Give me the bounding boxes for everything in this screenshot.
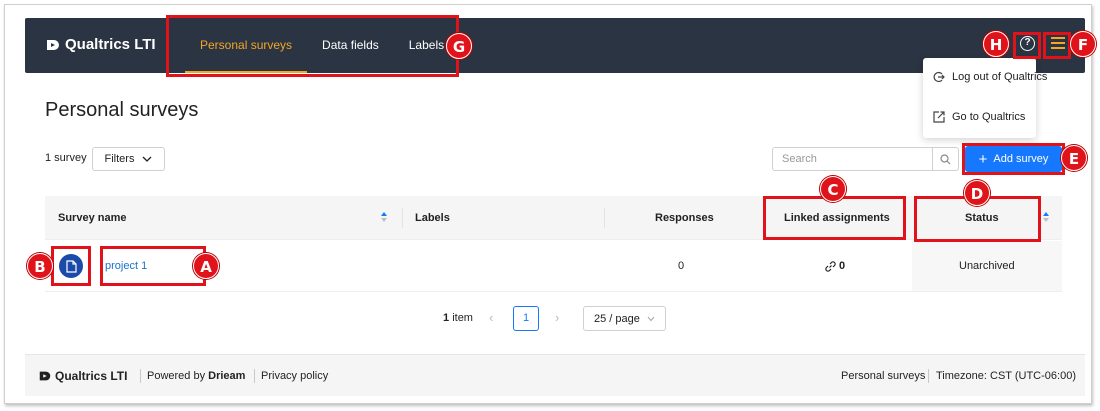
account-dropdown-menu: Log out of Qualtrics Go to Qualtrics: [923, 58, 1047, 138]
footer-section-link[interactable]: Personal surveys: [841, 370, 925, 382]
annotation-badge-b: B: [27, 253, 53, 279]
search-box: [772, 147, 959, 171]
column-header-survey-name[interactable]: Survey name: [58, 196, 126, 240]
annotation-box-g: [166, 15, 459, 77]
footer-brand-name: Qualtrics LTI: [55, 369, 128, 383]
column-header-labels: Labels: [415, 212, 450, 224]
annotation-badge-c: C: [820, 176, 846, 202]
annotation-badge-a: A: [193, 253, 219, 279]
linked-assignments-cell[interactable]: 0: [825, 260, 845, 272]
app-brand-name: Qualtrics LTI: [65, 36, 156, 53]
menu-item-go-to-qualtrics-label: Go to Qualtrics: [952, 111, 1026, 123]
sort-arrows-icon[interactable]: [380, 210, 388, 224]
annotation-badge-g: G: [446, 33, 472, 59]
qualtrics-logo-icon: [39, 371, 51, 381]
next-page-button[interactable]: ›: [555, 310, 559, 325]
qualtrics-logo-icon: [47, 39, 59, 50]
logout-icon: [933, 71, 945, 83]
search-button[interactable]: [932, 148, 958, 170]
filters-button[interactable]: Filters: [92, 147, 165, 171]
pagination-total-unit: item: [452, 312, 473, 324]
powered-by-prefix: Powered by: [147, 370, 206, 382]
link-icon: [825, 260, 836, 272]
page-number-button[interactable]: 1: [513, 306, 539, 331]
menu-item-go-to-qualtrics[interactable]: Go to Qualtrics: [933, 111, 1025, 123]
page-size-select[interactable]: 25 / page: [583, 306, 666, 331]
search-icon: [940, 153, 951, 164]
annotation-badge-f: F: [1070, 31, 1096, 57]
search-input[interactable]: [773, 148, 933, 170]
chevron-down-icon: [647, 316, 655, 321]
footer-divider: [140, 369, 141, 383]
chevron-down-icon: [143, 156, 152, 162]
annotation-badge-e: E: [1061, 145, 1087, 171]
annotation-badge-h: H: [983, 31, 1009, 57]
annotation-box-h: [1013, 32, 1041, 59]
previous-page-button[interactable]: ‹: [489, 310, 493, 325]
filters-label: Filters: [104, 153, 135, 165]
linked-assignments-count: 0: [839, 260, 846, 272]
footer-divider: [928, 369, 929, 383]
pagination-total-number: 1: [443, 312, 450, 324]
survey-count: 1 survey: [45, 152, 87, 164]
responses-count: 0: [678, 260, 685, 272]
page-size-value: 25 / page: [594, 312, 640, 325]
annotation-box-f: [1043, 32, 1071, 59]
privacy-policy-link[interactable]: Privacy policy: [261, 370, 328, 382]
sort-arrows-icon[interactable]: [1042, 210, 1050, 224]
column-header-responses: Responses: [655, 212, 714, 224]
column-divider: [604, 208, 605, 228]
menu-item-logout[interactable]: Log out of Qualtrics: [933, 71, 1047, 83]
app-logo[interactable]: Qualtrics LTI: [45, 36, 156, 53]
status-value: Unarchived: [959, 260, 1015, 272]
timezone-text: Timezone: CST (UTC-06:00): [936, 370, 1076, 382]
footer-logo: Qualtrics LTI: [38, 369, 127, 383]
annotation-box-e: [962, 143, 1065, 175]
table-header: Survey name Labels Responses Linked assi…: [45, 196, 1062, 240]
footer-divider: [254, 369, 255, 383]
powered-by-name: Drieam: [208, 370, 246, 382]
external-link-icon: [933, 111, 945, 123]
annotation-badge-d: D: [964, 180, 990, 206]
page-footer: Qualtrics LTI Powered by Drieam Privacy …: [25, 354, 1085, 396]
annotation-box-a: [100, 246, 206, 286]
pagination-total: 1 item: [443, 312, 473, 324]
menu-item-logout-label: Log out of Qualtrics: [952, 71, 1048, 83]
annotation-box-c: [763, 196, 906, 240]
page-title: Personal surveys: [45, 99, 199, 121]
column-divider: [402, 208, 403, 228]
annotation-box-b: [51, 246, 91, 286]
powered-by-text: Powered by Drieam: [147, 370, 245, 382]
